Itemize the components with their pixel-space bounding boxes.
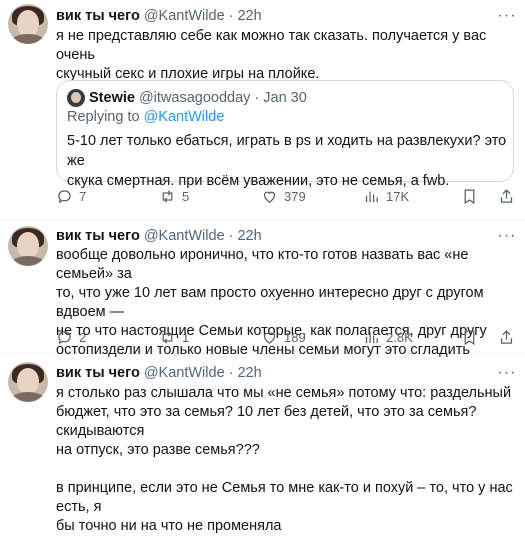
views-button[interactable]: 2.8K	[363, 327, 413, 347]
like-count: 379	[284, 188, 306, 204]
tweet-time[interactable]: 22h	[237, 8, 261, 24]
reply-count: 2	[79, 329, 87, 345]
bookmark-button[interactable]	[461, 327, 478, 347]
bookmark-icon	[464, 329, 475, 345]
more-icon[interactable]: ···	[497, 6, 517, 26]
retweet-count: 5	[182, 188, 190, 204]
bookmark-button[interactable]	[461, 186, 478, 206]
like-count: 189	[284, 329, 306, 345]
quote-author-handle: @itwasagoodday	[138, 90, 251, 106]
share-icon	[500, 188, 513, 203]
retweet-icon	[162, 330, 173, 344]
share-icon	[500, 329, 513, 344]
avatar[interactable]	[8, 362, 48, 402]
quote-author-name: Stewie	[89, 90, 135, 106]
like-button[interactable]: 189	[261, 327, 306, 347]
quote-avatar	[67, 89, 85, 107]
reply-count: 7	[79, 188, 87, 204]
avatar[interactable]	[8, 4, 48, 44]
author-name[interactable]: вик ты чего	[56, 228, 140, 244]
avatar[interactable]	[8, 226, 48, 266]
retweet-button[interactable]: 1	[159, 327, 189, 347]
views-count: 2.8K	[386, 329, 413, 345]
quote-replying-to: Replying to @KantWilde	[67, 109, 225, 125]
tweet-2[interactable]: вик ты чего @KantWilde · 22h ··· вообще …	[0, 220, 525, 358]
replying-handle-link[interactable]: @KantWilde	[144, 109, 225, 125]
tweet-time[interactable]: 22h	[237, 365, 261, 381]
quote-time: Jan 30	[263, 90, 307, 106]
views-count: 17K	[386, 188, 410, 204]
author-handle[interactable]: @KantWilde	[144, 365, 225, 381]
reply-icon	[58, 330, 71, 345]
reply-button[interactable]: 2	[56, 327, 86, 347]
quote-text: 5-10 лет только ебаться, играть в ps и х…	[67, 133, 507, 189]
reply-button[interactable]: 7	[56, 186, 86, 206]
retweet-icon	[162, 189, 173, 203]
views-button[interactable]: 17K	[363, 186, 409, 206]
tweet-3[interactable]: вик ты чего @KantWilde · 22h ··· я столь…	[0, 354, 525, 534]
tweet-1[interactable]: вик ты чего @KantWilde · 22h ··· я не пр…	[0, 0, 525, 220]
more-icon[interactable]: ···	[497, 363, 517, 383]
views-icon	[365, 191, 378, 202]
share-button[interactable]	[498, 327, 515, 347]
tweet-time[interactable]: 22h	[237, 228, 261, 244]
reply-icon	[58, 189, 71, 204]
tweet-text: я столько раз слышала что мы «не семья» …	[56, 385, 513, 534]
quote-header: Stewie @itwasagoodday · Jan 30	[89, 90, 307, 106]
views-icon	[365, 332, 378, 343]
bookmark-icon	[464, 188, 475, 204]
more-icon[interactable]: ···	[497, 226, 517, 246]
tweet-header: вик ты чего @KantWilde · 22h	[56, 365, 262, 381]
like-icon	[263, 191, 276, 203]
tweet-actions: 7 5 379 17K	[56, 186, 520, 206]
tweet-text: я не представляю себе как можно так сказ…	[56, 28, 487, 82]
tweet-header: вик ты чего @KantWilde · 22h	[56, 8, 262, 24]
author-handle[interactable]: @KantWilde	[144, 228, 225, 244]
author-handle[interactable]: @KantWilde	[144, 8, 225, 24]
tweet-actions: 2 1 189 2.8K	[56, 327, 520, 347]
author-name[interactable]: вик ты чего	[56, 8, 140, 24]
share-button[interactable]	[498, 186, 515, 206]
like-button[interactable]: 379	[261, 186, 306, 206]
quoted-tweet[interactable]: Stewie @itwasagoodday · Jan 30 Replying …	[56, 80, 514, 189]
retweet-button[interactable]: 5	[159, 186, 189, 206]
like-icon	[263, 332, 276, 344]
author-name[interactable]: вик ты чего	[56, 365, 140, 381]
tweet-header: вик ты чего @KantWilde · 22h	[56, 228, 262, 244]
retweet-count: 1	[182, 329, 190, 345]
